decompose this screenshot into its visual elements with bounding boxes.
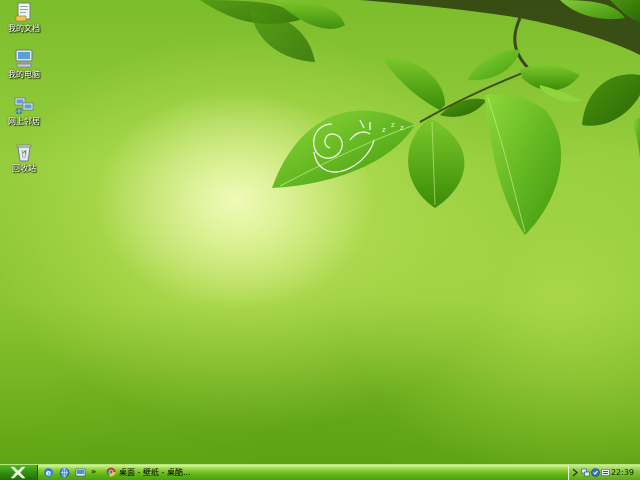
svg-text:z: z — [400, 124, 404, 132]
svg-text:e: e — [46, 468, 52, 477]
desktop-icon-label: 网上邻居 — [8, 117, 40, 126]
input-method-icon[interactable] — [601, 468, 610, 477]
system-tray: 22:39 — [568, 465, 640, 480]
tray-arrow-icon[interactable] — [571, 468, 580, 477]
start-button[interactable] — [0, 465, 38, 480]
svg-text:z: z — [382, 126, 386, 134]
start-logo-icon — [10, 466, 26, 479]
taskbar-window-label: 桌面 - 壁纸 - 桌酷... — [119, 468, 191, 477]
desktop-icon-my-computer[interactable]: 我的电脑 — [2, 48, 46, 80]
quick-launch-more-chevron[interactable]: » — [91, 466, 96, 478]
desktop-icon-label: 回收站 — [12, 164, 36, 173]
show-desktop-icon[interactable] — [75, 467, 86, 478]
network-places-icon — [14, 97, 34, 115]
chrome-icon — [106, 467, 116, 477]
desktop-icon-label: 我的文档 — [8, 24, 40, 33]
my-computer-icon — [15, 49, 33, 68]
recycle-bin-icon — [16, 144, 32, 162]
desktop-icon-my-documents[interactable]: 我的文档 — [2, 2, 46, 34]
internet-explorer-icon[interactable]: e — [43, 467, 54, 478]
wallpaper-leaves: z z z — [200, 0, 640, 235]
taskbar: e » 桌面 - 壁纸 - 桌酷... 22:39 — [0, 464, 640, 480]
desktop[interactable]: z z z 我的文档 我的电脑 网上邻居 回收站 — [0, 0, 640, 464]
desktop-icon-label: 我的电脑 — [8, 70, 40, 79]
browser-icon[interactable] — [59, 467, 70, 478]
security-icon[interactable] — [591, 468, 600, 477]
desktop-icon-network-places[interactable]: 网上邻居 — [2, 95, 46, 127]
taskbar-window-button[interactable]: 桌面 - 壁纸 - 桌酷... — [104, 466, 194, 479]
my-documents-icon — [15, 2, 31, 22]
clock[interactable]: 22:39 — [611, 465, 634, 480]
desktop-icon-recycle-bin[interactable]: 回收站 — [2, 142, 46, 174]
network-icon[interactable] — [581, 468, 590, 477]
svg-text:z: z — [391, 121, 395, 129]
